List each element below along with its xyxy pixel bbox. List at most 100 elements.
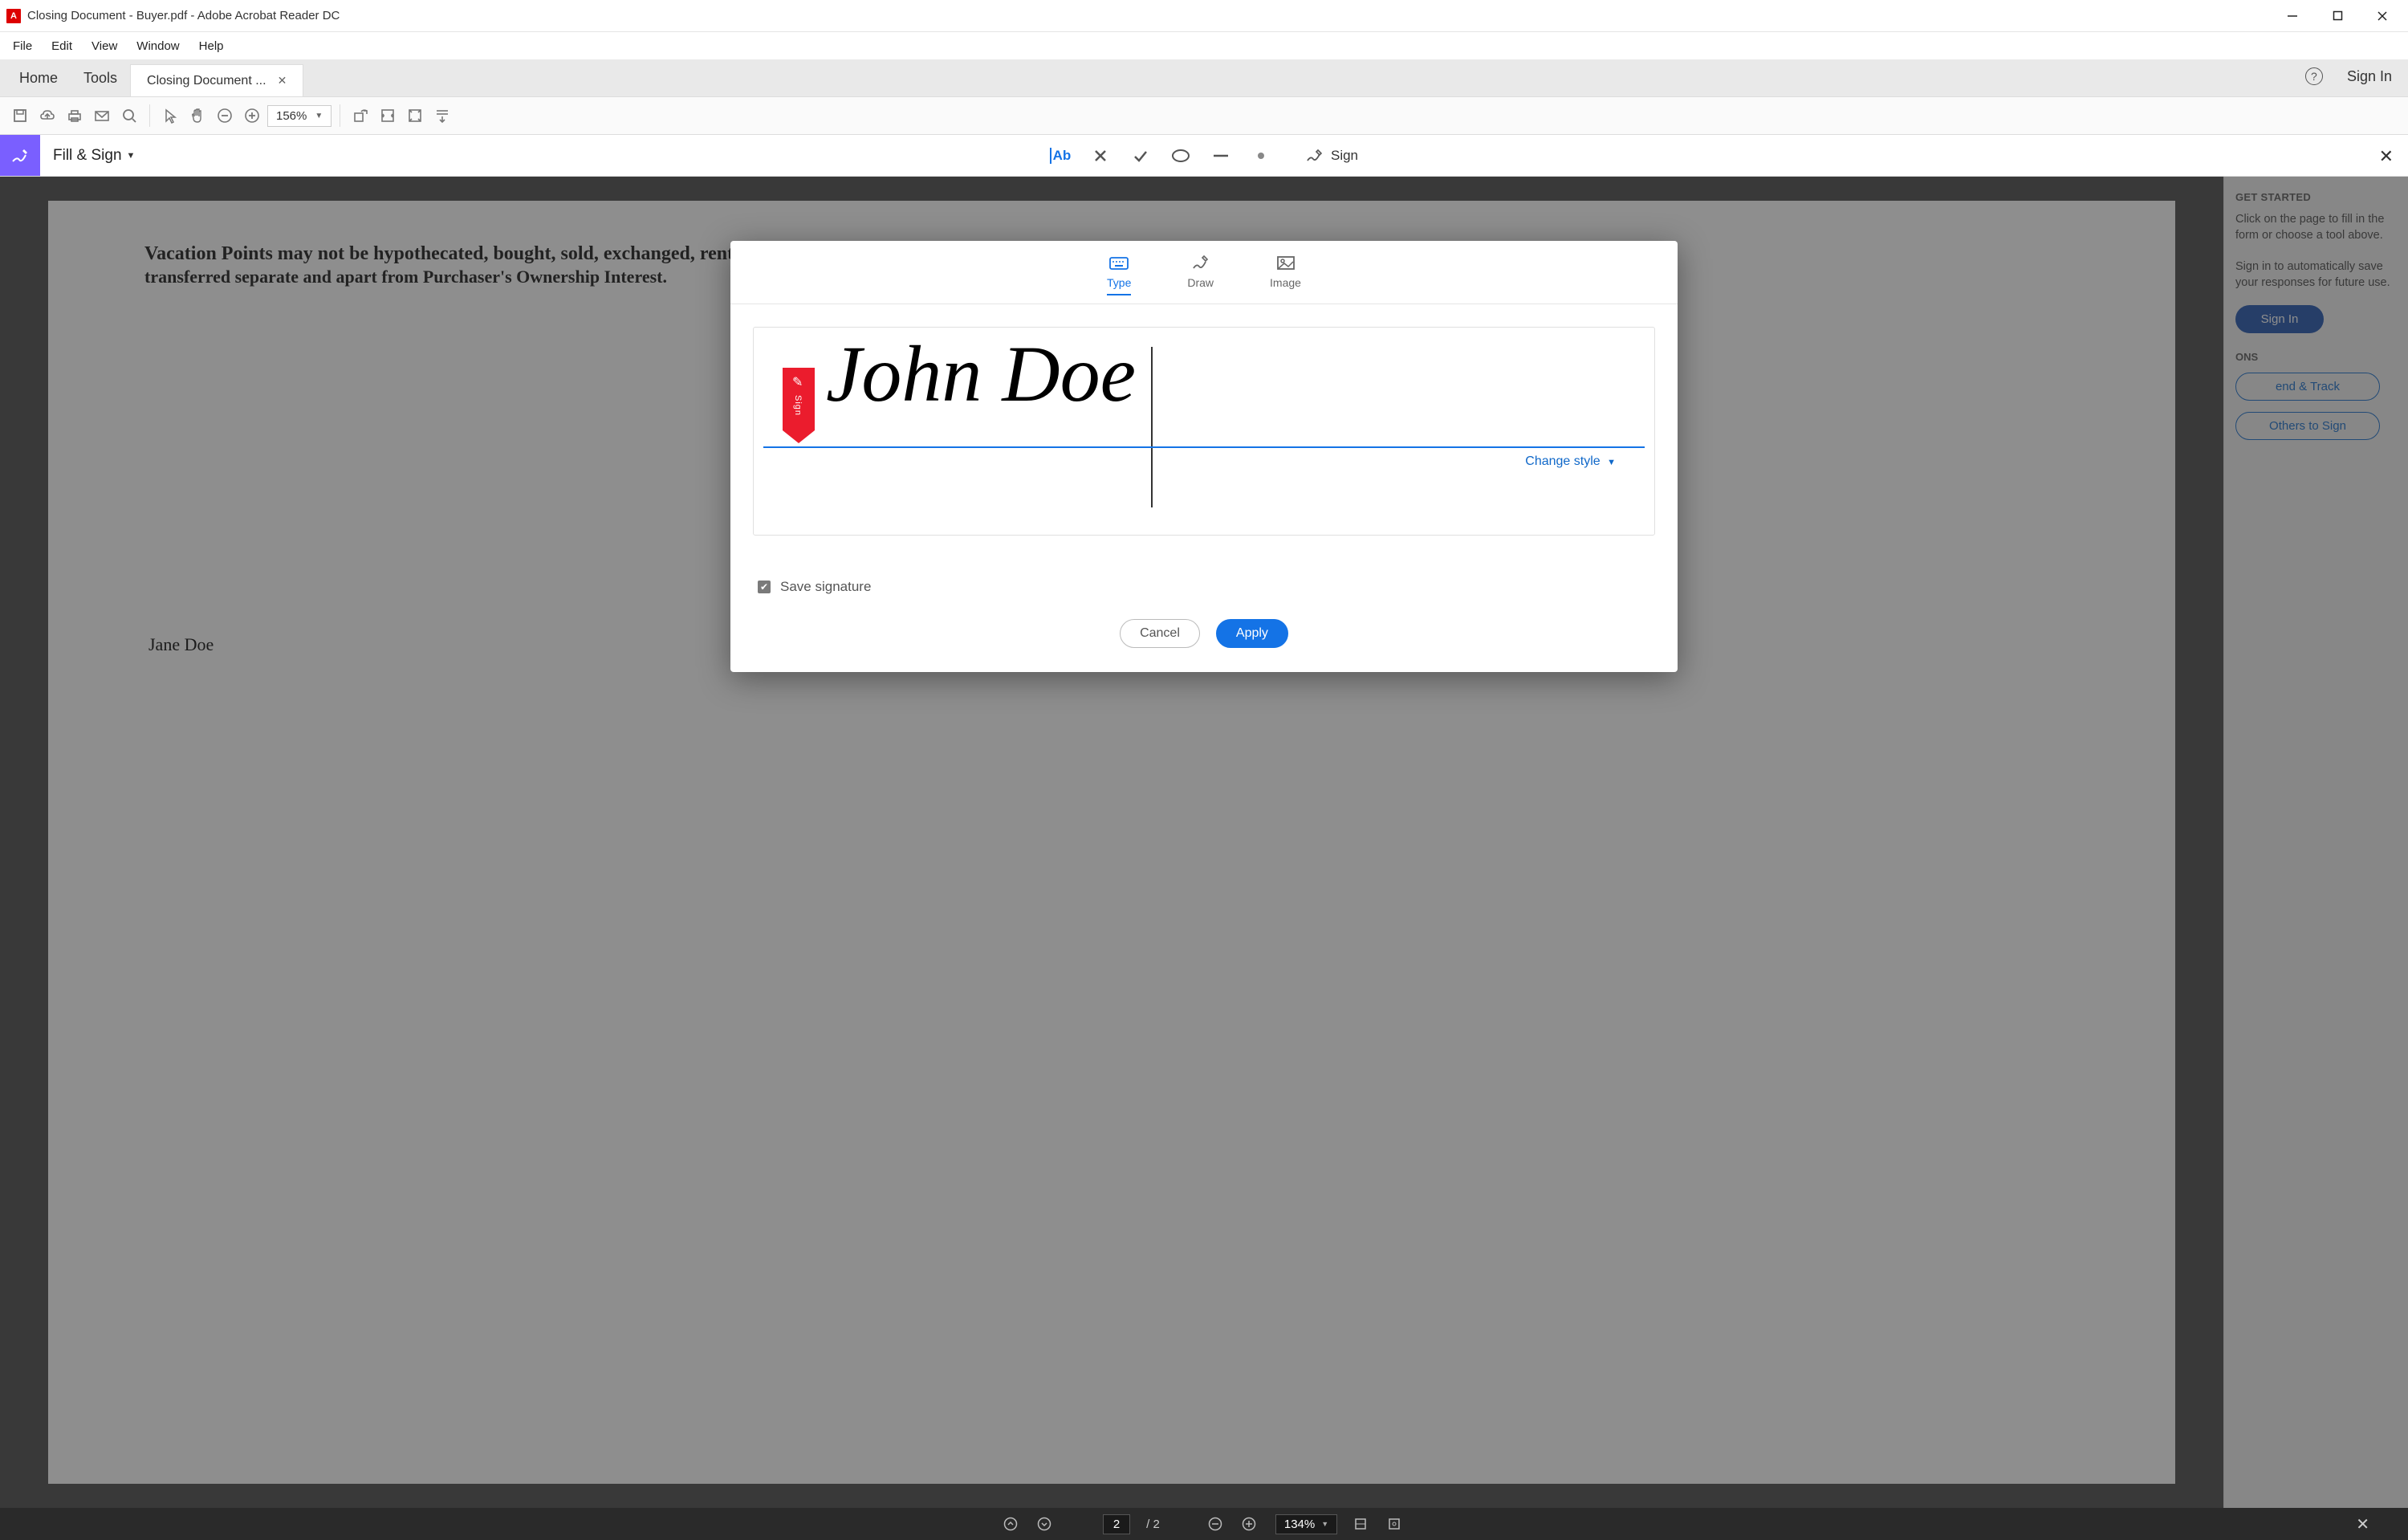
tab-tools[interactable]: Tools	[71, 60, 130, 96]
print-icon[interactable]	[63, 104, 87, 128]
text-tool[interactable]: Ab	[1050, 145, 1071, 166]
signature-icon	[1305, 147, 1324, 165]
sign-tool[interactable]: Sign	[1305, 147, 1358, 165]
zoom-bottom-value: 134%	[1284, 1518, 1315, 1531]
scroll-mode-icon[interactable]	[430, 104, 454, 128]
search-icon[interactable]	[117, 104, 141, 128]
image-icon	[1276, 252, 1296, 273]
right-panel-text1: Click on the page to fill in the form or…	[2235, 211, 2397, 244]
signature-dialog: Type Draw Image ✎ Sign John Doe Change s…	[730, 241, 1678, 672]
close-icon	[2377, 10, 2388, 22]
save-signature-label: Save signature	[780, 579, 871, 595]
right-panel-options-heading: ONS	[2235, 351, 2397, 363]
close-button[interactable]	[2360, 0, 2405, 32]
pointer-icon[interactable]	[158, 104, 182, 128]
cloud-icon[interactable]	[35, 104, 59, 128]
signature-input-area[interactable]: ✎ Sign John Doe Change style ▼	[753, 327, 1655, 536]
maximize-icon	[2333, 10, 2343, 21]
keyboard-icon	[1108, 252, 1129, 273]
menu-edit[interactable]: Edit	[42, 35, 82, 58]
zoom-bottom-dropdown[interactable]: 134% ▼	[1275, 1514, 1337, 1534]
page-total: 2	[1153, 1518, 1160, 1531]
caret-down-icon: ▼	[127, 151, 136, 161]
right-panel: GET STARTED Click on the page to fill in…	[2223, 177, 2408, 1508]
email-icon[interactable]	[90, 104, 114, 128]
apply-button[interactable]: Apply	[1216, 619, 1288, 648]
dialog-tab-draw-label: Draw	[1187, 276, 1214, 289]
sign-here-flag: ✎ Sign	[783, 368, 815, 430]
maximize-button[interactable]	[2315, 0, 2360, 32]
signature-text: John Doe	[826, 334, 1136, 414]
fill-sign-bar: Fill & Sign ▼ Ab Sign ✕	[0, 135, 2408, 177]
fit-page-icon[interactable]	[403, 104, 427, 128]
right-panel-text2: Sign in to automatically save your respo…	[2235, 259, 2397, 291]
bottom-toolbar: 2 / 2 134% ▼ ✕	[0, 1508, 2408, 1540]
fill-sign-tool-icon[interactable]	[0, 135, 40, 176]
dialog-tab-image[interactable]: Image	[1270, 252, 1301, 295]
menu-help[interactable]: Help	[189, 35, 234, 58]
minimize-button[interactable]	[2270, 0, 2315, 32]
fit-width-icon[interactable]	[376, 104, 400, 128]
dialog-tabs: Type Draw Image	[730, 241, 1678, 304]
change-style-link[interactable]: Change style ▼	[1525, 454, 1616, 469]
x-mark-tool[interactable]	[1090, 145, 1111, 166]
zoom-value: 156%	[276, 109, 307, 123]
right-panel-heading: GET STARTED	[2235, 191, 2397, 203]
close-fill-sign-button[interactable]: ✕	[2379, 146, 2394, 167]
page-number-input[interactable]: 2	[1103, 1514, 1130, 1534]
dialog-tab-type-label: Type	[1107, 276, 1131, 289]
fit-bottom-icon-2[interactable]	[1387, 1517, 1405, 1531]
sign-label: Sign	[1331, 148, 1358, 164]
bottom-close-icon[interactable]: ✕	[2356, 1514, 2369, 1534]
hand-icon[interactable]	[185, 104, 209, 128]
save-signature-row: ✔ Save signature	[758, 579, 1678, 595]
save-signature-checkbox[interactable]: ✔	[758, 581, 771, 593]
caret-down-icon: ▼	[315, 112, 323, 120]
get-others-to-sign-button[interactable]: Others to Sign	[2235, 412, 2380, 440]
save-icon[interactable]	[8, 104, 32, 128]
cancel-button[interactable]: Cancel	[1120, 619, 1200, 648]
page-down-icon[interactable]	[1037, 1517, 1055, 1531]
tab-close-icon[interactable]: ✕	[278, 74, 287, 88]
sign-here-label: Sign	[793, 395, 803, 416]
zoom-in-bottom-icon[interactable]	[1242, 1517, 1259, 1531]
fit-bottom-icon-1[interactable]	[1353, 1517, 1371, 1531]
zoom-out-bottom-icon[interactable]	[1208, 1517, 1226, 1531]
send-and-track-button[interactable]: end & Track	[2235, 373, 2380, 401]
check-mark-tool[interactable]	[1130, 145, 1151, 166]
page-up-icon[interactable]	[1003, 1517, 1021, 1531]
window-title: Closing Document - Buyer.pdf - Adobe Acr…	[27, 9, 340, 22]
main-toolbar: 156% ▼	[0, 96, 2408, 135]
dialog-tab-draw[interactable]: Draw	[1187, 252, 1214, 295]
help-button[interactable]: ?	[2305, 67, 2323, 85]
title-bar: A Closing Document - Buyer.pdf - Adobe A…	[0, 0, 2408, 32]
text-caret	[1151, 347, 1153, 507]
fill-sign-label: Fill & Sign	[53, 147, 122, 165]
menu-file[interactable]: File	[3, 35, 42, 58]
minimize-icon	[2287, 10, 2298, 22]
signature-baseline	[763, 446, 1645, 448]
rotate-icon[interactable]	[348, 104, 372, 128]
tab-active-document[interactable]: Closing Document ... ✕	[130, 64, 303, 96]
zoom-out-icon[interactable]	[213, 104, 237, 128]
fill-sign-tools: Ab Sign	[1050, 135, 1358, 176]
draw-icon	[1190, 252, 1211, 273]
right-panel-signin-button[interactable]: Sign In	[2235, 305, 2324, 333]
caret-down-icon: ▼	[1607, 458, 1616, 467]
menu-window[interactable]: Window	[127, 35, 189, 58]
tab-strip: Home Tools Closing Document ... ✕ ? Sign…	[0, 59, 2408, 96]
circle-tool[interactable]	[1170, 145, 1191, 166]
dot-tool[interactable]	[1251, 145, 1271, 166]
tab-home[interactable]: Home	[6, 60, 71, 96]
menu-view[interactable]: View	[82, 35, 127, 58]
app-icon: A	[6, 9, 21, 23]
dialog-tab-type[interactable]: Type	[1107, 252, 1131, 295]
sign-in-link[interactable]: Sign In	[2347, 68, 2392, 85]
adobe-logo-icon: ✎	[792, 374, 803, 390]
dialog-tab-image-label: Image	[1270, 276, 1301, 289]
line-tool[interactable]	[1210, 145, 1231, 166]
zoom-level-dropdown[interactable]: 156% ▼	[267, 105, 332, 127]
caret-down-icon: ▼	[1321, 1520, 1328, 1528]
zoom-in-icon[interactable]	[240, 104, 264, 128]
fill-sign-dropdown[interactable]: Fill & Sign ▼	[40, 135, 148, 176]
